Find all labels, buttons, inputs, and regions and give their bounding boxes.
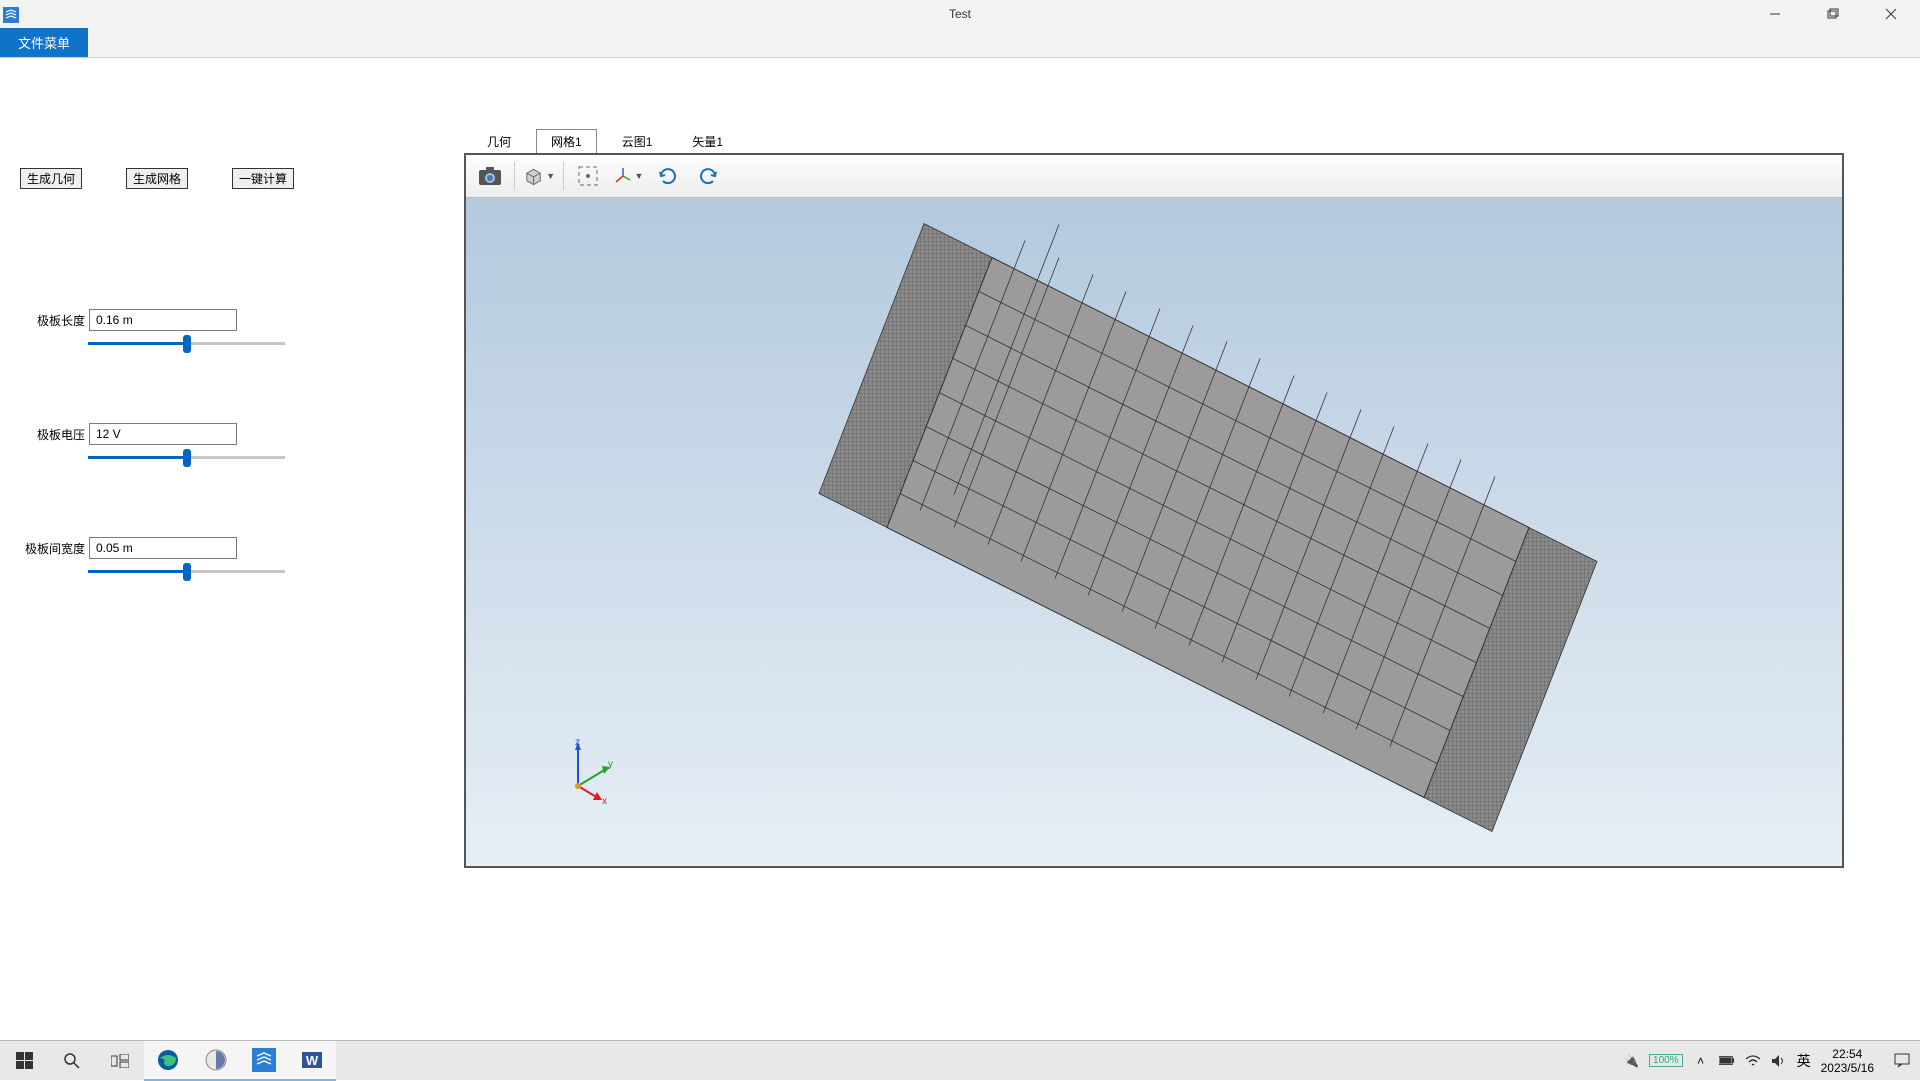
param-label: 极板电压: [20, 426, 85, 443]
minimize-button[interactable]: [1746, 0, 1804, 28]
viewport-3d[interactable]: ▼ ▼: [464, 153, 1844, 868]
refresh-ccw-button[interactable]: [692, 160, 724, 192]
taskbar-app-2[interactable]: [192, 1041, 240, 1081]
axis-triad: z y x: [558, 736, 618, 806]
wifi-icon[interactable]: [1745, 1053, 1761, 1069]
tab-vector[interactable]: 矢量1: [677, 129, 738, 154]
plate-length-input[interactable]: [89, 309, 237, 331]
ime-indicator[interactable]: 英: [1797, 1051, 1811, 1071]
param-plate-length: 极板长度: [20, 309, 350, 353]
chevron-down-icon: ▼: [635, 171, 644, 181]
window-title: Test: [949, 7, 971, 21]
start-button[interactable]: [0, 1041, 48, 1081]
param-label: 极板长度: [20, 312, 85, 329]
task-view-button[interactable]: [96, 1041, 144, 1081]
volume-icon[interactable]: [1771, 1053, 1787, 1069]
gap-width-slider[interactable]: [88, 563, 285, 581]
action-center-icon[interactable]: [1894, 1053, 1910, 1069]
mesh-plate: [604, 213, 1704, 836]
svg-text:z: z: [575, 737, 580, 748]
generate-mesh-button[interactable]: 生成网格: [126, 168, 188, 189]
menu-bar: 文件菜单: [0, 28, 1920, 58]
tab-mesh[interactable]: 网格1: [536, 129, 597, 154]
viewport-toolbar: ▼ ▼: [466, 155, 1842, 198]
one-click-compute-button[interactable]: 一键计算: [232, 168, 294, 189]
plate-length-slider[interactable]: [88, 335, 285, 353]
taskbar: W 🔌 100% ˄ 英 22:54 2023/5/16: [0, 1040, 1920, 1080]
taskbar-app-edge[interactable]: [144, 1041, 192, 1081]
param-label: 极板间宽度: [20, 540, 85, 557]
taskbar-clock[interactable]: 22:54 2023/5/16: [1821, 1047, 1874, 1075]
maximize-button[interactable]: [1804, 0, 1862, 28]
menu-file[interactable]: 文件菜单: [0, 28, 88, 57]
control-panel: 生成几何 生成网格 一键计算 极板长度 极板电压 极板间宽度: [20, 168, 350, 651]
taskbar-app-comsol[interactable]: [240, 1041, 288, 1081]
view-area: 几何 网格1 云图1 矢量1 ▼ ▼: [464, 128, 1850, 868]
system-tray: 🔌 100% ˄ 英 22:54 2023/5/16: [1624, 1047, 1910, 1075]
battery-indicator[interactable]: 100%: [1649, 1054, 1683, 1067]
plate-voltage-slider[interactable]: [88, 449, 285, 467]
svg-text:W: W: [306, 1053, 319, 1068]
chevron-up-icon[interactable]: ˄: [1693, 1053, 1709, 1069]
clock-time: 22:54: [1821, 1047, 1874, 1061]
svg-text:x: x: [602, 796, 607, 806]
axis-toggle-button[interactable]: ▼: [612, 160, 644, 192]
refresh-cw-button[interactable]: [652, 160, 684, 192]
svg-text:y: y: [608, 759, 613, 770]
view-tabs: 几何 网格1 云图1 矢量1: [464, 128, 1850, 153]
window-titlebar: Test: [0, 0, 1920, 28]
gap-width-input[interactable]: [89, 537, 237, 559]
view-cube-button[interactable]: ▼: [523, 160, 555, 192]
snapshot-button[interactable]: [474, 160, 506, 192]
work-area: 生成几何 生成网格 一键计算 极板长度 极板电压 极板间宽度: [0, 58, 1920, 1028]
taskbar-app-word[interactable]: W: [288, 1041, 336, 1081]
plate-voltage-input[interactable]: [89, 423, 237, 445]
generate-geometry-button[interactable]: 生成几何: [20, 168, 82, 189]
toolbar-separator: [563, 162, 564, 190]
close-button[interactable]: [1862, 0, 1920, 28]
search-button[interactable]: [48, 1041, 96, 1081]
battery-icon[interactable]: [1719, 1053, 1735, 1069]
tab-contour[interactable]: 云图1: [607, 129, 668, 154]
power-icon[interactable]: 🔌: [1624, 1054, 1639, 1068]
param-plate-voltage: 极板电压: [20, 423, 350, 467]
param-gap-width: 极板间宽度: [20, 537, 350, 581]
toolbar-separator: [514, 162, 515, 190]
chevron-down-icon: ▼: [546, 171, 555, 181]
fit-view-button[interactable]: [572, 160, 604, 192]
clock-date: 2023/5/16: [1821, 1061, 1874, 1075]
tab-geometry[interactable]: 几何: [472, 129, 526, 154]
app-icon: [3, 7, 19, 23]
